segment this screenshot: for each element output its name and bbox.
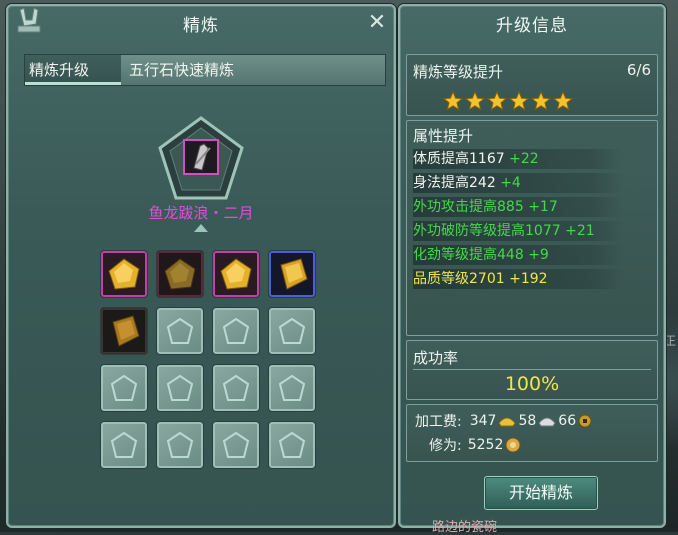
attribute-text: 体质提高1167 <box>413 151 505 167</box>
attribute-bonus: +22 <box>509 151 539 167</box>
success-rate-section: 成功率 100% <box>406 340 658 400</box>
refine-level-section: 精炼等级提升 6/6 <box>406 54 658 116</box>
refine-title: 精炼 <box>183 15 219 36</box>
attribute-row: 外功破防等级提高1077 +21 <box>413 221 623 241</box>
empty-slot-icon <box>278 317 306 344</box>
star-icon <box>553 91 573 111</box>
star-icon <box>531 91 551 111</box>
star-icon <box>443 91 463 111</box>
material-slot-empty[interactable] <box>156 421 204 469</box>
material-slot-empty[interactable] <box>268 364 316 412</box>
empty-slot-icon <box>166 431 194 458</box>
cultivation-row: 修为: 5252 <box>429 435 521 455</box>
material-slot-gold-stone[interactable] <box>268 250 316 298</box>
material-slot-empty[interactable] <box>156 307 204 355</box>
attribute-text: 品质等级2701 <box>413 271 505 287</box>
pointer-icon <box>194 224 208 232</box>
empty-slot-icon <box>222 431 250 458</box>
tab-refine-upgrade[interactable]: 精炼升级 <box>25 55 121 85</box>
silver-amount: 58 <box>518 413 537 429</box>
empty-slot-icon <box>278 431 306 458</box>
material-slot-empty[interactable] <box>100 364 148 412</box>
refine-tabs: 精炼升级 五行石快速精炼 <box>24 54 386 86</box>
trident-logo-icon <box>17 7 41 33</box>
attribute-bonus: +192 <box>509 271 548 287</box>
attribute-text: 外功攻击提高885 <box>413 199 524 215</box>
attribute-row: 身法提高242 +4 <box>413 173 623 193</box>
success-rate-value: 100% <box>504 373 560 395</box>
start-refine-button[interactable]: 开始精炼 <box>484 476 598 510</box>
empty-slot-icon <box>222 374 250 401</box>
attribute-row: 化劲等级提高448 +9 <box>413 245 623 265</box>
empty-slot-icon <box>278 374 306 401</box>
attribute-bonus: +17 <box>528 199 558 215</box>
cost-label: 加工费: <box>415 414 462 430</box>
scene-text: 路边的瓷碗 <box>432 520 498 535</box>
star-icon <box>509 91 529 111</box>
material-slot-gold-stone[interactable] <box>100 307 148 355</box>
material-slot-gold-stone[interactable] <box>156 250 204 298</box>
attribute-text: 身法提高242 <box>413 175 496 191</box>
cultivation-coin-icon <box>505 437 521 453</box>
refine-level-value: 6/6 <box>626 61 651 79</box>
star-rating <box>443 91 573 111</box>
upgrade-info-panel: 升级信息 精炼等级提升 6/6 属性提升 体质提高1167 +22 身法提高24… <box>398 4 666 528</box>
material-slot-empty[interactable] <box>212 307 260 355</box>
upgrade-info-title: 升级信息 <box>496 15 568 36</box>
star-icon <box>465 91 485 111</box>
material-slot-gold-stone[interactable] <box>212 250 260 298</box>
material-slot-empty[interactable] <box>268 307 316 355</box>
gold-stone-icon <box>220 258 252 290</box>
attribute-bonus: +9 <box>528 247 549 263</box>
empty-slot-icon <box>222 317 250 344</box>
material-slot-empty[interactable] <box>268 421 316 469</box>
cost-row: 加工费: 347 58 66 <box>415 411 592 431</box>
cultivation-label: 修为: <box>429 438 462 454</box>
refine-level-label: 精炼等级提升 <box>413 63 504 81</box>
copper-coin-icon <box>578 414 592 428</box>
cost-section: 加工费: 347 58 66 修为: 5252 <box>406 404 658 462</box>
material-slot-empty[interactable] <box>212 421 260 469</box>
empty-slot-icon <box>166 317 194 344</box>
gold-stone-icon <box>280 258 308 290</box>
attribute-bonus: +4 <box>500 175 521 191</box>
material-slot-gold-stone[interactable] <box>100 250 148 298</box>
attribute-header: 属性提升 <box>413 127 474 145</box>
divider <box>413 369 651 370</box>
copper-amount: 66 <box>558 413 577 429</box>
material-slot-empty[interactable] <box>156 364 204 412</box>
close-button[interactable]: ✕ <box>366 12 388 34</box>
attribute-text: 化劲等级提高448 <box>413 247 524 263</box>
material-slot-empty[interactable] <box>100 421 148 469</box>
refine-panel: 精炼 ✕ 精炼升级 五行石快速精炼 鱼龙跋浪・二月 <box>6 4 396 528</box>
attribute-bonus: +21 <box>565 223 595 239</box>
gold-ingot-icon <box>498 417 517 427</box>
gold-amount: 347 <box>469 413 497 429</box>
gold-stone-icon <box>112 315 140 347</box>
material-slot-empty[interactable] <box>212 364 260 412</box>
attribute-row: 外功攻击提高885 +17 <box>413 197 623 217</box>
item-name: 鱼龙跋浪・二月 <box>148 204 254 222</box>
cultivation-amount: 5252 <box>467 437 504 453</box>
attribute-text: 外功破防等级提高1077 <box>413 223 561 239</box>
item-slot-frame[interactable] <box>156 114 246 204</box>
gold-stone-icon <box>108 258 140 290</box>
attribute-row: 体质提高1167 +22 <box>413 149 623 169</box>
attribute-section: 属性提升 体质提高1167 +22 身法提高242 +4 外功攻击提高885 +… <box>406 120 658 336</box>
empty-slot-icon <box>166 374 194 401</box>
tab-quick-refine[interactable]: 五行石快速精炼 <box>125 55 238 85</box>
star-icon <box>487 91 507 111</box>
success-rate-label: 成功率 <box>413 349 459 367</box>
empty-slot-icon <box>110 374 138 401</box>
empty-slot-icon <box>110 431 138 458</box>
gold-stone-icon <box>164 258 196 290</box>
attribute-row: 品质等级2701 +192 <box>413 269 623 289</box>
silver-ingot-icon <box>538 417 556 427</box>
material-grid <box>100 250 320 470</box>
